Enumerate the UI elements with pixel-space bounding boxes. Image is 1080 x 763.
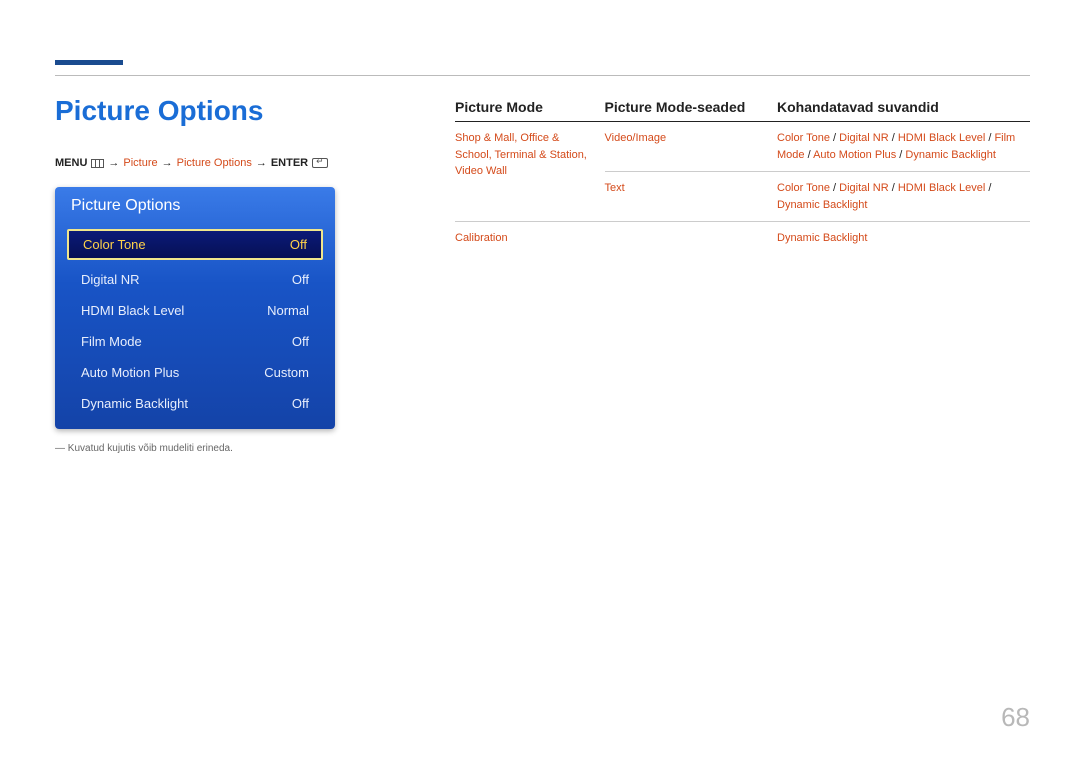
osd-row-label: Film Mode	[81, 334, 142, 349]
osd-row-label: Color Tone	[83, 237, 146, 252]
osd-row-hdmi-black-level[interactable]: HDMI Black Level Normal	[63, 295, 327, 326]
th-picture-mode-seaded: Picture Mode-seaded	[605, 95, 778, 122]
osd-row-value: Off	[292, 396, 309, 411]
options-table: Picture Mode Picture Mode-seaded Kohanda…	[455, 95, 1030, 255]
osd-row-value: Custom	[264, 365, 309, 380]
header-rule	[55, 75, 1030, 76]
breadcrumb-enter-label: ENTER	[271, 157, 308, 169]
cell-mode-seaded: Text	[605, 172, 778, 222]
breadcrumb-menu-label: MENU	[55, 157, 87, 169]
th-kohandatavad-suvandid: Kohandatavad suvandid	[777, 95, 1030, 122]
osd-body: Color Tone Off Digital NR Off HDMI Black…	[55, 229, 335, 429]
osd-row-value: Normal	[267, 303, 309, 318]
osd-row-value: Off	[290, 237, 307, 252]
cell-suvandid: Color Tone / Digital NR / HDMI Black Lev…	[777, 122, 1030, 172]
th-picture-mode: Picture Mode	[455, 95, 605, 122]
table-row: Shop & Mall, Office & School, Terminal &…	[455, 122, 1030, 172]
osd-panel: Picture Options Color Tone Off Digital N…	[55, 187, 335, 429]
breadcrumb: MENU → Picture → Picture Options → ENTER	[55, 157, 375, 169]
cell-mode-calibration: Calibration	[455, 222, 605, 255]
osd-row-label: Auto Motion Plus	[81, 365, 179, 380]
page-title: Picture Options	[55, 95, 375, 127]
menu-icon	[91, 159, 104, 168]
breadcrumb-seg-picture-options: Picture Options	[177, 157, 252, 169]
cell-suvandid: Color Tone / Digital NR / HDMI Black Lev…	[777, 172, 1030, 222]
osd-row-label: Dynamic Backlight	[81, 396, 188, 411]
page-number: 68	[1001, 702, 1030, 733]
header-accent-bar	[55, 60, 123, 65]
cell-suvandid: Dynamic Backlight	[777, 222, 1030, 255]
cell-mode-seaded	[605, 222, 778, 255]
breadcrumb-seg-picture: Picture	[123, 157, 157, 169]
osd-row-digital-nr[interactable]: Digital NR Off	[63, 264, 327, 295]
arrow-icon: →	[256, 157, 267, 169]
osd-row-dynamic-backlight[interactable]: Dynamic Backlight Off	[63, 388, 327, 419]
osd-title: Picture Options	[55, 187, 335, 225]
cell-mode-group: Shop & Mall, Office & School, Terminal &…	[455, 122, 605, 222]
cell-mode-seaded: Video/Image	[605, 122, 778, 172]
right-column: Picture Mode Picture Mode-seaded Kohanda…	[455, 95, 1030, 255]
footnote: Kuvatud kujutis võib mudeliti erineda.	[55, 443, 375, 454]
osd-row-color-tone[interactable]: Color Tone Off	[67, 229, 323, 260]
arrow-icon: →	[108, 157, 119, 169]
osd-row-auto-motion-plus[interactable]: Auto Motion Plus Custom	[63, 357, 327, 388]
page: Picture Options MENU → Picture → Picture…	[0, 0, 1080, 763]
osd-row-film-mode[interactable]: Film Mode Off	[63, 326, 327, 357]
arrow-icon: →	[162, 157, 173, 169]
osd-row-value: Off	[292, 272, 309, 287]
table-row: Calibration Dynamic Backlight	[455, 222, 1030, 255]
osd-row-label: Digital NR	[81, 272, 140, 287]
enter-icon	[312, 158, 328, 168]
osd-row-label: HDMI Black Level	[81, 303, 184, 318]
left-column: Picture Options MENU → Picture → Picture…	[55, 95, 375, 454]
osd-row-value: Off	[292, 334, 309, 349]
